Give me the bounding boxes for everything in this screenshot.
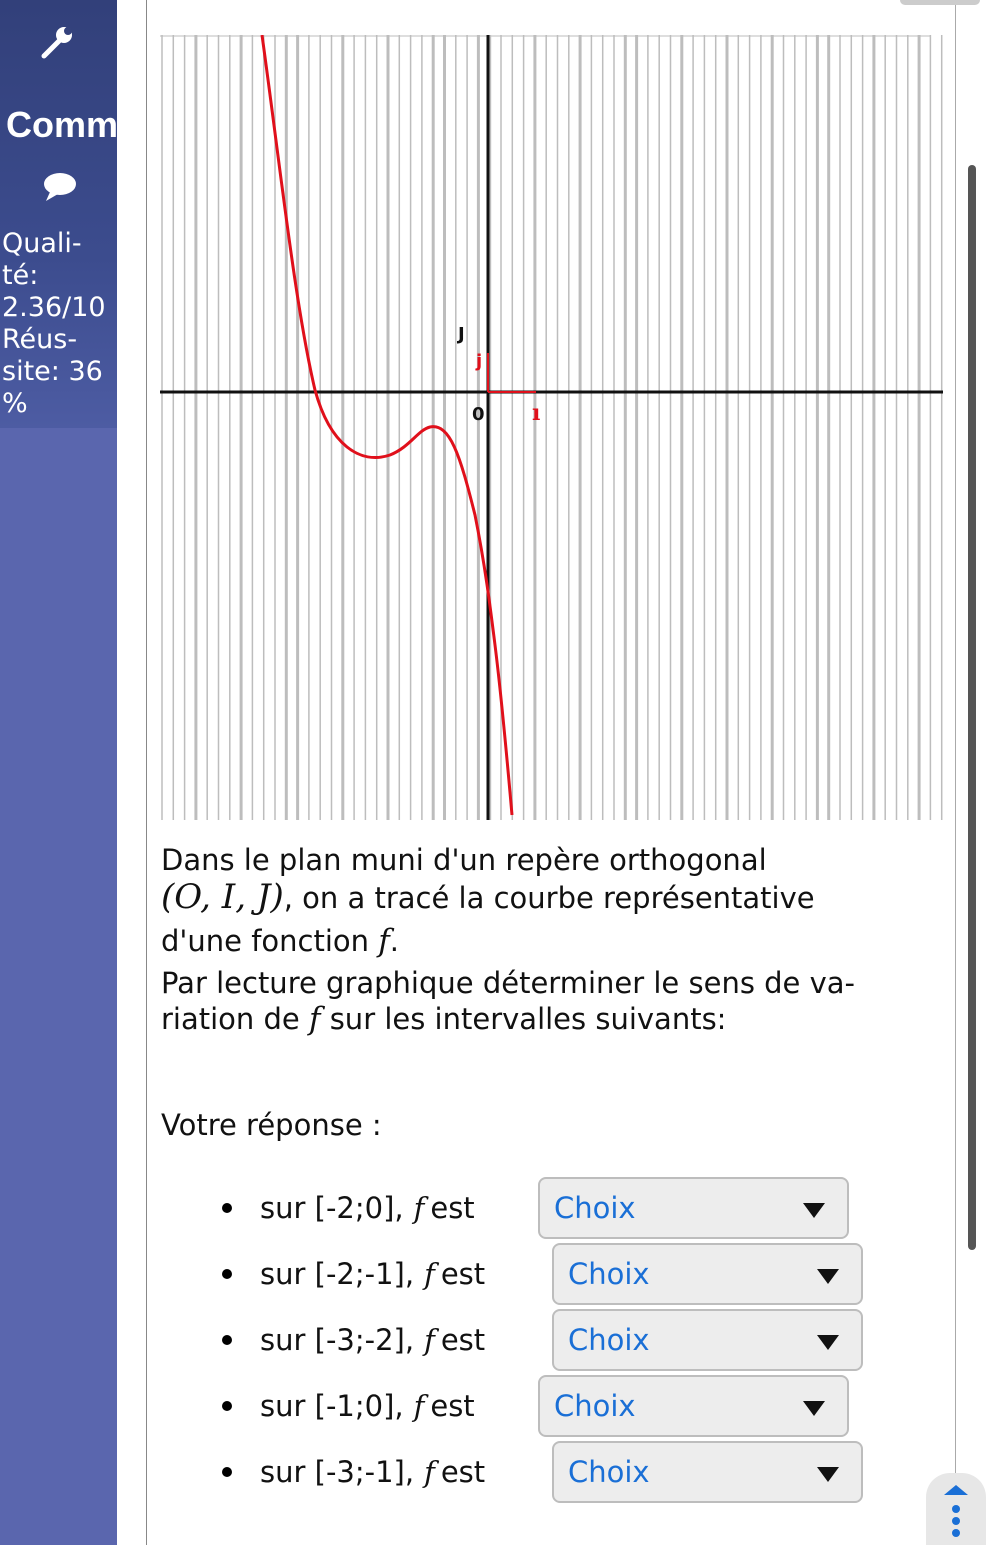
bullet-icon xyxy=(222,1203,232,1213)
bullet-icon xyxy=(222,1269,232,1279)
interval-text: sur [-3;-1], xyxy=(260,1455,415,1489)
math-f: f xyxy=(309,1001,321,1037)
content-border-left xyxy=(146,0,147,1545)
answer-item: sur [-3;-2], f est xyxy=(222,1309,485,1371)
est-text: est xyxy=(440,1257,486,1291)
scroll-up-icon xyxy=(944,1485,968,1537)
interval-text: sur [-2;-1], xyxy=(260,1257,415,1291)
interval-text: sur [-3;-2], xyxy=(260,1323,415,1357)
stat-line: 2.36/10 xyxy=(2,292,106,323)
answer-item: sur [-1;0], f est xyxy=(222,1375,475,1437)
answer-item: sur [-3;-1], f est xyxy=(222,1441,485,1503)
dropdown-arrow-icon xyxy=(817,1467,839,1482)
dropdown-arrow-icon xyxy=(817,1335,839,1350)
dropdown-arrow-icon xyxy=(803,1203,825,1218)
select-value: Choix xyxy=(568,1455,650,1489)
math-f: f xyxy=(424,1257,435,1291)
question-text: d'une fonction xyxy=(161,924,379,958)
question-line-5: riation de f sur les intervalles suivant… xyxy=(161,1001,726,1037)
stat-line: site: 36 xyxy=(2,356,103,387)
variation-select[interactable]: Choix xyxy=(538,1177,849,1239)
answer-item: sur [-2;-1], f est xyxy=(222,1243,485,1305)
chat-bubble-icon[interactable] xyxy=(40,170,78,204)
j-vector-label: j xyxy=(475,351,482,372)
bullet-icon xyxy=(222,1335,232,1345)
variation-select[interactable]: Choix xyxy=(552,1243,863,1305)
answer-label: Votre réponse : xyxy=(161,1108,382,1142)
question-text: . xyxy=(389,924,399,958)
variation-select[interactable]: Choix xyxy=(552,1309,863,1371)
variation-select[interactable]: Choix xyxy=(538,1375,849,1437)
question-line-3: d'une fonction f. xyxy=(161,923,399,959)
sidebar-title: Comm xyxy=(6,104,117,145)
bullet-icon xyxy=(222,1401,232,1411)
stat-line: Quali- xyxy=(2,228,82,259)
math-f: f xyxy=(413,1191,425,1225)
interval-text: sur [-2;0], xyxy=(260,1191,404,1225)
interval-text: sur [-1;0], xyxy=(260,1389,404,1423)
math-f: f xyxy=(378,923,390,959)
stat-line: té: xyxy=(2,260,39,291)
select-value: Choix xyxy=(554,1191,636,1225)
est-text: est xyxy=(430,1389,475,1423)
sidebar: Comm Quali- té: 2.36/10 Réus- site: 36 % xyxy=(0,0,117,1545)
wrench-icon[interactable] xyxy=(38,24,78,60)
math-repere: (O, I, J) xyxy=(161,877,284,917)
est-text: est xyxy=(440,1455,486,1489)
dropdown-arrow-icon xyxy=(817,1269,839,1284)
top-handle xyxy=(900,0,980,5)
select-value: Choix xyxy=(554,1389,636,1423)
math-f: f xyxy=(424,1455,435,1489)
i-vector-label: ı xyxy=(532,400,540,426)
j-label: J xyxy=(456,324,465,345)
math-f: f xyxy=(424,1323,435,1357)
question-line-4: Par lecture graphique déterminer le sens… xyxy=(161,966,856,1000)
question-line-1: Dans le plan muni d'un repère orthogonal xyxy=(161,843,767,877)
question-text: riation de xyxy=(161,1002,309,1036)
scroll-up-button[interactable] xyxy=(926,1473,986,1545)
select-value: Choix xyxy=(568,1323,650,1357)
stat-line: Réus- xyxy=(2,324,78,355)
question-line-2: (O, I, J), on a tracé la courbe représen… xyxy=(161,879,815,916)
math-f: f xyxy=(413,1389,425,1423)
sidebar-header: Comm Quali- té: 2.36/10 Réus- site: 36 % xyxy=(0,0,117,428)
question-text: sur les intervalles suivants: xyxy=(320,1002,727,1036)
content-border-right xyxy=(955,0,956,1545)
dropdown-arrow-icon xyxy=(803,1401,825,1416)
scrollbar[interactable] xyxy=(968,165,976,1250)
answer-item: sur [-2;0], f est xyxy=(222,1177,475,1239)
variation-select[interactable]: Choix xyxy=(552,1441,863,1503)
select-value: Choix xyxy=(568,1257,650,1291)
sidebar-stats: Quali- té: 2.36/10 Réus- site: 36 % xyxy=(2,228,106,420)
est-text: est xyxy=(430,1191,475,1225)
origin-label: 0 xyxy=(472,404,485,425)
function-graph: J j 0 ı xyxy=(160,35,943,820)
bullet-icon xyxy=(222,1467,232,1477)
question-text: , on a tracé la courbe représentative xyxy=(283,881,815,915)
stat-line: % xyxy=(2,388,28,419)
est-text: est xyxy=(440,1323,486,1357)
